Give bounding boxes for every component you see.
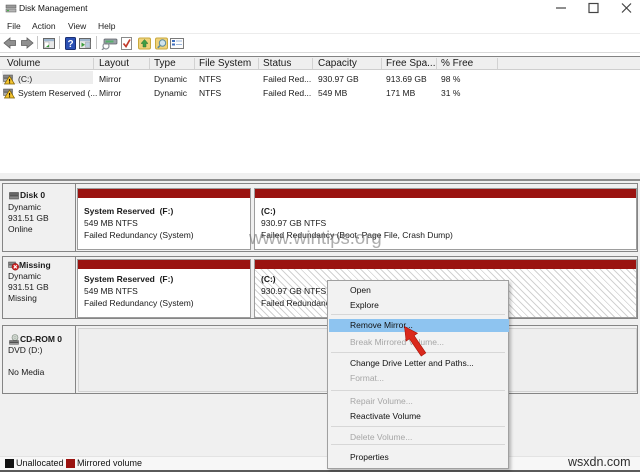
svg-text:?: ? [67, 39, 73, 50]
